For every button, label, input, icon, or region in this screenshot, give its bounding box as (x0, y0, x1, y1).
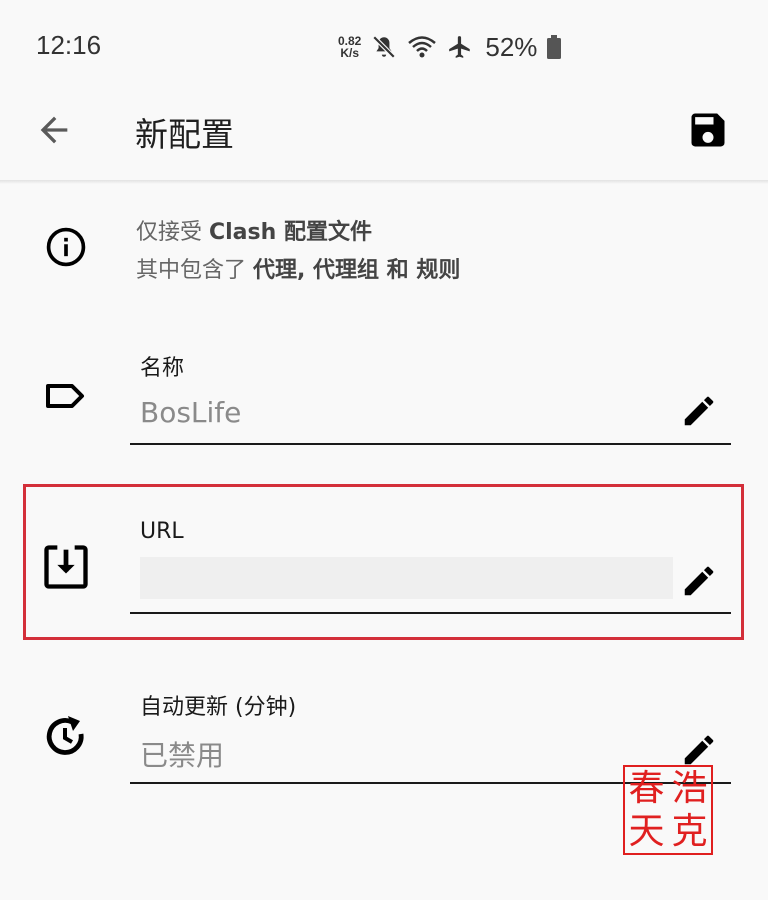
auto-update-field-value[interactable]: 已禁用 (140, 734, 224, 774)
network-speed: 0.82 K/s (338, 35, 361, 59)
status-icons: 0.82 K/s 52% (338, 30, 562, 64)
name-field-value[interactable]: BosLife (140, 396, 241, 429)
pencil-edit-icon[interactable] (680, 731, 718, 769)
battery-icon (547, 35, 562, 59)
seal-character: 春 (628, 767, 665, 809)
network-speed-unit: K/s (340, 46, 360, 60)
url-field-value[interactable] (140, 557, 673, 599)
info-text-prefix: 仅接受 (136, 220, 209, 245)
save-icon[interactable] (686, 108, 730, 152)
label-tag-icon (46, 384, 84, 408)
name-field-label: 名称 (140, 356, 185, 381)
info-text-bold: 代理, 代理组 和 规则 (253, 258, 461, 283)
pencil-edit-icon[interactable] (680, 562, 718, 600)
info-text-bold: Clash 配置文件 (209, 220, 372, 245)
status-time: 12:16 (36, 30, 102, 60)
mute-icon (373, 35, 396, 59)
name-field-underline (130, 443, 731, 445)
battery-percent: 52% (485, 31, 538, 62)
seal-character: 克 (671, 810, 708, 852)
auto-update-field-label: 自动更新 (分钟) (140, 695, 297, 720)
airplane-icon (449, 36, 471, 58)
url-field-underline (130, 612, 731, 614)
info-text-prefix: 其中包含了 (136, 258, 253, 283)
seal-character: 浩 (671, 767, 708, 809)
clock-refresh-icon (46, 716, 84, 755)
wifi-icon (408, 36, 437, 58)
info-text-line-1: 仅接受 Clash 配置文件 (136, 214, 372, 246)
page-title: 新配置 (135, 115, 234, 154)
pencil-edit-icon[interactable] (680, 392, 718, 430)
app-bar (0, 80, 768, 180)
info-text-line-2: 其中包含了 代理, 代理组 和 规则 (136, 252, 460, 284)
info-icon (46, 227, 86, 267)
watermark-seal-stamp: 春 浩 天 克 (623, 765, 713, 855)
url-field-label: URL (140, 519, 184, 544)
seal-character: 天 (628, 810, 665, 852)
app-bar-shadow (0, 180, 768, 184)
arrow-back-icon[interactable] (34, 110, 74, 150)
download-box-icon (44, 545, 88, 589)
